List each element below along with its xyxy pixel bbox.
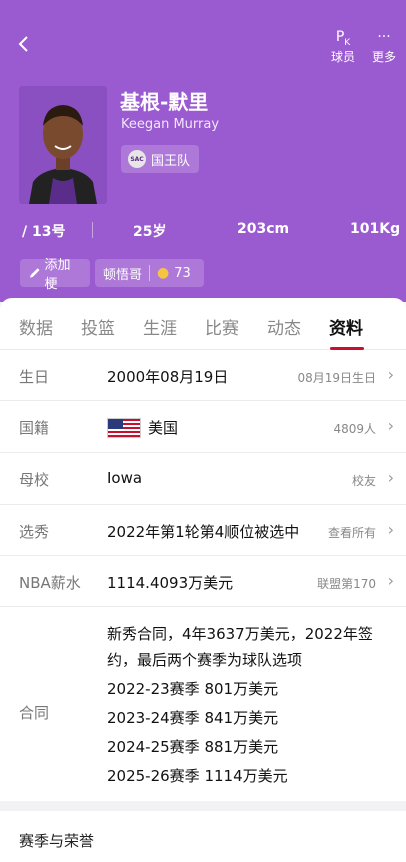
nationality-label: 国籍 [19,419,50,437]
contract-season: 2025-26赛季 1114万美元 [107,767,288,785]
tag-separator [149,265,151,281]
chevron-right-icon: › [387,520,394,539]
team-chip[interactable]: SAC 国王队 [121,145,199,173]
view-all-link: 查看所有 [327,526,376,540]
nickname-count: 73 [174,265,191,281]
stats-divider [92,222,93,238]
pencil-icon [29,268,40,278]
team-name: 国王队 [151,153,191,169]
contract-summary-line2: 约，最后两个赛季为球队选项 [107,651,303,669]
player-stats: / 13号 25岁 203cm 101Kg [0,218,406,242]
birthday-extra: 08月19日生日 [297,371,376,385]
more-icon: ··· [377,29,391,45]
team-logo-icon: SAC [128,150,146,168]
back-button[interactable] [14,34,40,60]
salary-rank: 联盟第170 [317,577,376,591]
alumni-link: 校友 [351,474,376,488]
school-row[interactable]: 母校 Iowa 校友 › [0,453,406,505]
pk-icon: PK [335,29,351,48]
contract-label: 合同 [19,704,50,722]
tab-news[interactable]: 动态 [267,314,301,339]
salary-value: 1114.4093万美元 [107,574,234,592]
draft-row[interactable]: 选秀 2022年第1轮第4顺位被选中 查看所有 › [0,505,406,556]
player-header: PK 球员 ··· 更多 基根-默里 Keegan Murray SAC 国王队… [0,0,406,302]
tab-profile[interactable]: 资料 [329,314,363,339]
pk-button[interactable]: PK 球员 [323,28,363,65]
thinking-emoji-icon: ● [157,265,170,281]
nationality-value: 美国 [148,419,179,437]
contract-season: 2024-25赛季 881万美元 [107,738,279,756]
chevron-right-icon: › [387,571,394,590]
school-value: Iowa [107,469,143,487]
nationality-count: 4809人 [333,422,376,436]
draft-label: 选秀 [19,523,50,541]
birthday-value: 2000年08月19日 [107,368,229,386]
tab-career[interactable]: 生涯 [143,314,177,339]
player-photo [19,86,107,204]
contract-summary-line1: 新秀合同，4年3637万美元，2022年签 [107,625,373,643]
contract-season: 2022-23赛季 801万美元 [107,680,279,698]
more-label: 更多 [371,50,396,64]
contract-row: 合同 新秀合同，4年3637万美元，2022年签 约，最后两个赛季为球队选项 2… [0,607,406,801]
salary-row[interactable]: NBA薪水 1114.4093万美元 联盟第170 › [0,556,406,607]
player-weight: 101Kg [350,221,401,237]
chevron-left-icon [18,36,28,52]
add-meme-button[interactable]: 添加梗 [20,258,90,292]
nickname-tag[interactable]: 顿悟哥 ● 73 [95,259,204,287]
player-age: 25岁 [133,224,167,240]
player-name-en: Keegan Murray [121,117,220,132]
season-honors-title: 赛季与荣誉 [19,832,95,850]
section-divider [0,801,406,811]
us-flag-icon [107,418,141,438]
birthday-row[interactable]: 生日 2000年08月19日 08月19日生日 › [0,350,406,401]
player-name-cn: 基根-默里 [120,90,209,114]
chevron-right-icon: › [387,468,394,487]
tab-games[interactable]: 比赛 [205,314,239,339]
school-label: 母校 [19,471,50,489]
more-button[interactable]: ··· 更多 [364,28,404,65]
draft-value: 2022年第1轮第4顺位被选中 [107,523,300,541]
jersey-number: / 13号 [22,224,66,240]
salary-label: NBA薪水 [19,574,81,592]
nationality-row[interactable]: 国籍 美国 4809人 › [0,401,406,453]
player-avatar [19,86,107,204]
add-meme-label: 添加梗 [44,258,71,292]
nickname-label: 顿悟哥 [103,267,143,283]
profile-content: 数据 投篮 生涯 比赛 动态 资料 生日 2000年08月19日 08月19日生… [0,298,406,862]
tab-bar: 数据 投篮 生涯 比赛 动态 资料 [0,298,406,350]
chevron-right-icon: › [387,365,394,384]
tab-stats[interactable]: 数据 [19,314,53,339]
chevron-right-icon: › [387,416,394,435]
contract-season: 2023-24赛季 841万美元 [107,709,279,727]
pk-label: 球员 [330,50,355,64]
birthday-label: 生日 [19,368,50,386]
tab-shooting[interactable]: 投篮 [81,314,115,339]
player-height: 203cm [237,221,290,237]
